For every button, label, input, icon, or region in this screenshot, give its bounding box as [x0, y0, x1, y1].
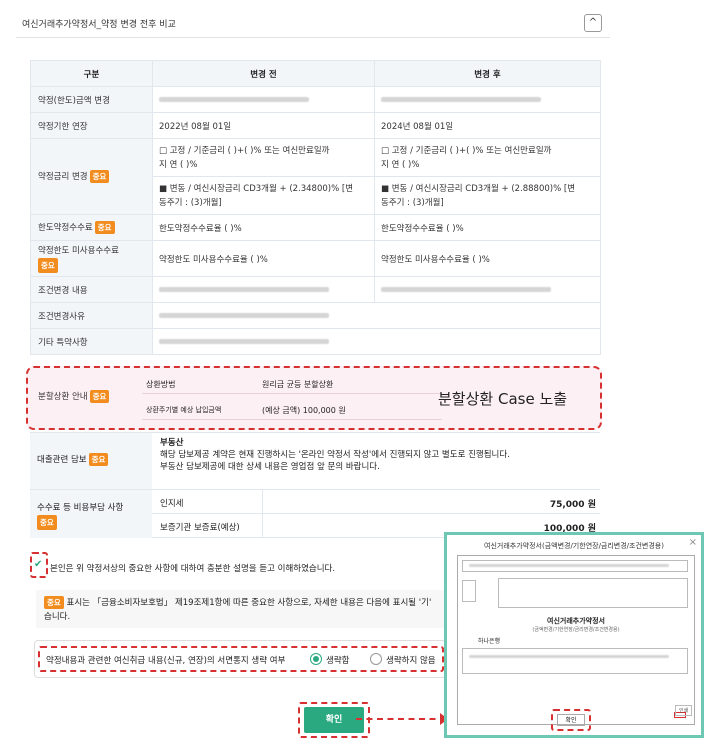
notice-text: 표시는 「금융소비자보호법」 제19조제1항에 따른 중요한 사항으로, 자세한… — [66, 598, 432, 608]
important-badge: 중요 — [94, 221, 115, 234]
row-label-reason: 조건변경사유 — [30, 302, 153, 329]
header-category: 구분 — [30, 60, 153, 87]
installment-callout: 분할상환 Case 노출 — [438, 390, 568, 408]
header-after: 변경 후 — [374, 60, 601, 87]
important-badge: 중요 — [44, 596, 64, 609]
doc-title: 여신거래추가약정서 — [547, 617, 605, 625]
row-label-other: 기타 특약사항 — [30, 328, 153, 355]
comparison-table: 구분 변경 전 변경 후 약정(한도)금액 변경 약정기한 연장 2022년 0… — [30, 60, 601, 355]
important-badge: 중요 — [88, 453, 109, 466]
section-title: 여신거래추가약정서_약정 변경 전후 비교 — [22, 20, 176, 30]
consent-text: 본인은 위 약정서상의 중요한 사항에 대하여 충분한 설명을 듣고 이해하였습… — [50, 564, 336, 574]
important-badge: 중요 — [89, 390, 110, 403]
stamp-tax-label: 인지세 — [160, 499, 184, 509]
collateral-line1: 해당 담보제공 계약은 현재 진행하시는 '온라인 약정서 작성'에서 진행되지… — [160, 450, 510, 460]
installment-label: 분할상환 안내 중요 — [38, 390, 110, 403]
stamp-tax-value: 75,000 원 — [549, 500, 596, 510]
omission-question: 약정내용과 관련한 여신취급 내용(신규, 연장)의 서면통지 생략 여부 — [46, 656, 286, 666]
term-after: 2024년 08월 01일 — [374, 112, 601, 139]
important-badge: 중요 — [89, 170, 110, 183]
popup-confirm-button[interactable]: 확인 — [557, 714, 585, 726]
collateral-section: 대출관련 담보 중요 부동산 해당 담보제공 계약은 현재 진행하시는 '온라인 … — [30, 432, 600, 490]
row-label-unused-fee: 약정한도 미사용수수료 중요 — [30, 240, 153, 277]
installment-table: 상환방법 원리금 균등 분할상환 상환주기별 예상 납입금액 (예상 금액) 1… — [142, 372, 442, 426]
document-preview: 여신거래추가약정서 (금액변경/기한연장/금리변경/조건변경용) 하나은행 — [457, 555, 695, 725]
no-omit-radio-label[interactable]: 생략하지 않음 — [386, 654, 436, 666]
doc-bank: 하나은행 — [478, 638, 501, 645]
masked-value — [381, 286, 551, 292]
method-label: 상환방법 — [146, 380, 176, 389]
important-badge: 중요 — [38, 257, 58, 273]
row-label-limit: 약정(한도)금액 변경 — [30, 86, 153, 113]
header-before: 변경 전 — [152, 60, 375, 87]
omit-radio-label[interactable]: 생략함 — [326, 654, 349, 666]
fee-label: 수수료 등 비용부담 사항 중요 — [30, 490, 152, 538]
arrow-connector — [356, 718, 446, 720]
consent-checkbox[interactable]: ✔ — [34, 560, 44, 570]
important-badge: 중요 — [37, 515, 57, 530]
document-popup: 여신거래추가약정서(금액변경/기한연장/금리변경/조건변경용) × 여신거래추가… — [444, 532, 704, 738]
doc-subtitle: (금액변경/기한연장/금리변경/조건변경용) — [532, 627, 620, 633]
collateral-line2: 부동산 담보제공에 대한 상세 내용은 영업점 앞 문의 바랍니다. — [160, 462, 380, 472]
row-label-limit-fee: 한도약정수수료 중요 — [30, 214, 153, 241]
fee-section: 수수료 등 비용부담 사항 중요 인지세 75,000 원 보증기관 보증료(예상… — [30, 490, 600, 538]
method-value: 원리금 균등 분할상환 — [262, 380, 334, 389]
row-label-rate: 약정금리 변경 중요 — [30, 138, 153, 215]
omit-radio[interactable] — [310, 653, 322, 665]
guarantee-fee-label: 보증기관 보증료(예상) — [160, 523, 240, 533]
amount-label: 상환주기별 예상 납입금액 — [146, 406, 222, 414]
masked-value — [159, 338, 329, 344]
masked-value — [381, 96, 541, 102]
section-header: 여신거래추가약정서_약정 변경 전후 비교 ^ — [16, 8, 610, 38]
close-icon[interactable]: × — [689, 537, 697, 548]
installment-section: 분할상환 안내 중요 상환방법 원리금 균등 분할상환 상환주기별 예상 납입금액… — [26, 366, 602, 430]
collateral-label: 대출관련 담보 중요 — [30, 433, 152, 489]
confirm-button[interactable]: 확인 — [304, 707, 364, 733]
row-label-cond: 조건변경 내용 — [30, 276, 153, 303]
masked-value — [159, 286, 329, 292]
popup-print-button[interactable]: 인쇄 — [675, 705, 693, 716]
amount-value: (예상 금액) 100,000 원 — [262, 406, 346, 415]
collateral-title: 부동산 — [160, 438, 184, 448]
masked-value — [159, 312, 329, 318]
popup-title: 여신거래추가약정서(금액변경/기한연장/금리변경/조건변경용) — [484, 542, 664, 550]
chevron-up-icon: ^ — [588, 17, 598, 28]
no-omit-radio[interactable] — [370, 653, 382, 665]
collapse-button[interactable]: ^ — [584, 14, 602, 32]
term-before: 2022년 08월 01일 — [152, 112, 375, 139]
notice-box: 중요 표시는 「금융소비자보호법」 제19조제1항에 따른 중요한 사항으로, … — [36, 590, 446, 628]
masked-value — [159, 96, 309, 102]
row-label-term: 약정기한 연장 — [30, 112, 153, 139]
